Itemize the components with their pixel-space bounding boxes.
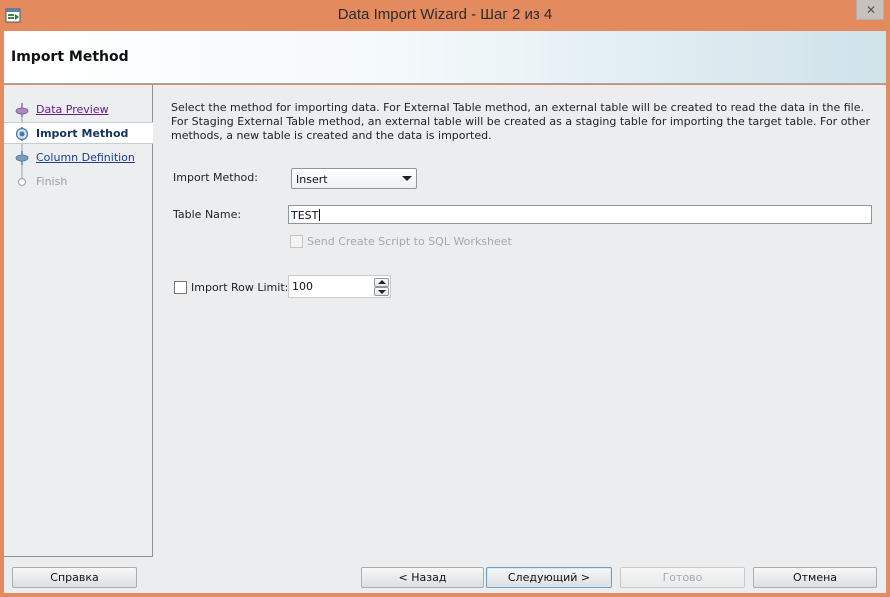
import-method-panel: Select the method for importing data. Fo…: [154, 85, 886, 557]
back-button[interactable]: < Назад: [361, 567, 484, 588]
step-link-icon: [15, 151, 29, 165]
title-bar: Data Import Wizard - Шаг 2 из 4 ✕: [0, 0, 890, 31]
row-limit-input[interactable]: 100: [291, 278, 371, 295]
wizard-header: Import Method: [4, 31, 886, 84]
step-label: Data Preview: [36, 103, 109, 116]
import-method-label: Import Method:: [173, 171, 258, 184]
step-label: Finish: [36, 175, 68, 188]
import-method-value: Insert: [296, 173, 328, 186]
close-button[interactable]: ✕: [856, 0, 884, 20]
spin-down-button[interactable]: [374, 287, 389, 296]
spin-up-button[interactable]: [374, 278, 389, 287]
step-disabled-icon: [17, 177, 27, 187]
spin-up-icon: [378, 280, 386, 284]
table-name-value: TEST: [291, 209, 319, 222]
spin-down-icon: [378, 290, 386, 294]
wizard-window: Data Import Wizard - Шаг 2 из 4 ✕ Import…: [0, 0, 890, 597]
steps-navigation: Data Preview Import Method Column Defini…: [4, 85, 153, 557]
step-label: Column Definition: [36, 151, 135, 164]
window-title: Data Import Wizard - Шаг 2 из 4: [337, 6, 553, 23]
wizard-content: Data Preview Import Method Column Defini…: [4, 85, 886, 593]
next-button[interactable]: Следующий >: [486, 567, 612, 588]
text-cursor: [319, 209, 321, 221]
import-method-select[interactable]: Insert: [291, 168, 417, 189]
close-icon: ✕: [866, 3, 877, 17]
step-label: Import Method: [36, 127, 129, 140]
step-visited-icon: [15, 103, 29, 117]
chevron-down-icon: [402, 176, 412, 181]
page-title: Import Method: [11, 49, 129, 65]
step-finish: Finish: [4, 171, 153, 193]
step-current-icon: [15, 127, 29, 141]
row-limit-spinner[interactable]: 100: [288, 275, 391, 298]
help-button[interactable]: Справка: [12, 567, 137, 588]
finish-button: Готово: [620, 567, 745, 588]
send-script-label: Send Create Script to SQL Worksheet: [307, 235, 512, 248]
step-data-preview[interactable]: Data Preview: [4, 99, 153, 121]
table-name-label: Table Name:: [173, 208, 242, 221]
row-limit-checkbox[interactable]: [174, 281, 187, 294]
send-script-checkbox: [290, 235, 303, 248]
row-limit-label: Import Row Limit:: [191, 281, 289, 294]
step-import-method[interactable]: Import Method: [4, 122, 153, 144]
step-column-definition[interactable]: Column Definition: [4, 147, 153, 169]
table-name-input[interactable]: TEST: [288, 205, 872, 224]
cancel-button[interactable]: Отмена: [753, 567, 877, 588]
instructions-text: Select the method for importing data. Fo…: [171, 101, 871, 142]
